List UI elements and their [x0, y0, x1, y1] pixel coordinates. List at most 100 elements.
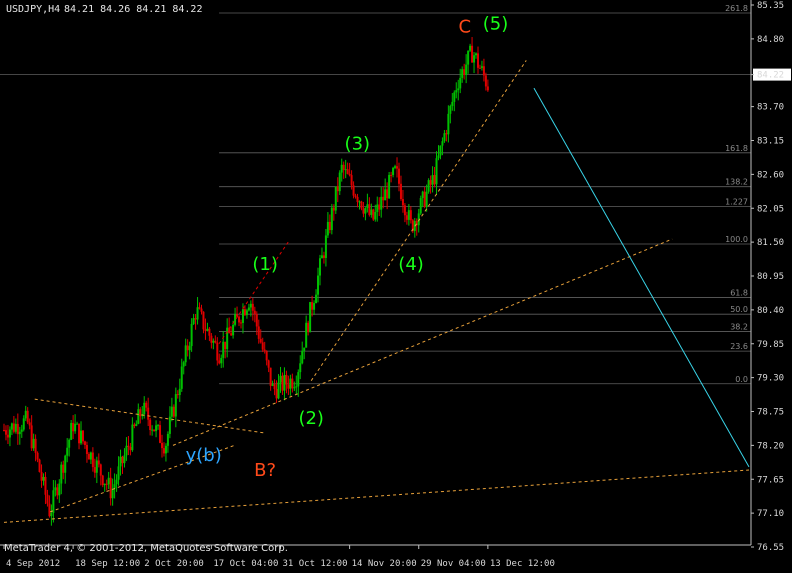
- price-tick-label: 85.35: [757, 1, 784, 11]
- candle-body: [287, 384, 290, 389]
- candle-body: [392, 167, 395, 175]
- candle-body: [475, 53, 478, 56]
- fibonacci-levels[interactable]: 261.8 161.8 138.2 1.227 100.0 61.8 50.0 38.2 23.…: [219, 4, 751, 385]
- candle-body: [350, 175, 353, 186]
- candle-body: [249, 303, 252, 308]
- candle-body: [42, 476, 45, 481]
- candle-body: [85, 444, 88, 455]
- candle-body: [113, 484, 116, 489]
- price-tick-label: 77.10: [757, 509, 784, 519]
- candle-body: [202, 311, 205, 330]
- wave-label[interactable]: (2): [298, 408, 324, 429]
- fib-level-label: 261.8: [725, 4, 748, 13]
- candle-body: [137, 409, 140, 424]
- candle-body: [429, 180, 432, 185]
- candle-body: [356, 196, 359, 202]
- candle-body: [157, 425, 160, 427]
- candle-body: [149, 419, 152, 431]
- candle-body: [40, 471, 43, 481]
- candle-body: [83, 441, 86, 445]
- candle-body: [435, 158, 438, 185]
- candle-body: [478, 67, 481, 69]
- candle-body: [206, 328, 209, 331]
- candle-body: [16, 423, 19, 435]
- candle-body: [44, 476, 47, 495]
- candle-body: [399, 183, 402, 200]
- candle-body: [224, 341, 227, 350]
- candle-body: [80, 430, 83, 444]
- candle-body: [419, 198, 422, 214]
- candle-body: [196, 307, 199, 320]
- candle-body: [486, 86, 489, 91]
- candle-body: [368, 204, 371, 215]
- candle-body: [279, 375, 282, 383]
- candle-body: [277, 382, 280, 399]
- candle-body: [447, 113, 450, 135]
- candle-body: [139, 409, 142, 417]
- candle-body: [176, 394, 179, 396]
- candle-body: [101, 475, 104, 486]
- price-chart[interactable]: 261.8 161.8 138.2 1.227 100.0 61.8 50.0 38.2 23.…: [0, 0, 792, 573]
- candle-body: [332, 207, 335, 211]
- candle-body: [60, 464, 63, 484]
- fib-level-label: 161.8: [725, 144, 748, 153]
- time-tick-label: 18 Sep 12:00: [75, 559, 140, 569]
- wave-label[interactable]: y(b): [186, 445, 222, 466]
- candle-body: [269, 367, 272, 386]
- projection-line[interactable]: [533, 87, 750, 468]
- candle-body: [358, 201, 361, 203]
- candle-body: [443, 133, 446, 142]
- candle-body: [151, 429, 154, 431]
- candle-body: [267, 360, 270, 368]
- candle-body: [119, 456, 122, 467]
- candle-body: [74, 423, 77, 432]
- candle-body: [305, 322, 308, 348]
- impulse-trendline[interactable]: [310, 60, 527, 381]
- candle-body: [463, 69, 466, 75]
- candle-body: [243, 309, 246, 316]
- lower-trendline[interactable]: [3, 469, 750, 523]
- candle-body: [184, 345, 187, 363]
- candle-body: [482, 66, 485, 76]
- candle-body: [471, 45, 474, 63]
- candle-body: [449, 106, 452, 114]
- wave-label[interactable]: (3): [345, 134, 371, 155]
- candle-body: [251, 303, 254, 311]
- wave-label[interactable]: (1): [252, 254, 278, 275]
- candle-body: [318, 258, 321, 276]
- candle-body: [123, 455, 126, 464]
- candle-body: [117, 466, 120, 480]
- candle-body: [271, 384, 274, 386]
- candle-body: [473, 55, 476, 63]
- price-tick-label: 79.30: [757, 374, 784, 384]
- candle-body: [297, 372, 300, 387]
- candle-body: [68, 439, 71, 448]
- candle-body: [340, 164, 343, 173]
- candle-body: [273, 384, 276, 390]
- wave-label[interactable]: (5): [483, 14, 509, 35]
- wave-label[interactable]: C: [459, 17, 472, 38]
- candle-body: [46, 494, 49, 504]
- candle-body: [309, 302, 312, 333]
- candle-body: [425, 191, 428, 207]
- candle-body: [166, 433, 169, 446]
- candle-body: [24, 410, 27, 419]
- candle-body: [394, 166, 397, 168]
- candle-body: [232, 324, 235, 336]
- candle-body: [334, 186, 337, 211]
- wave-label[interactable]: B?: [254, 460, 276, 481]
- candle-body: [238, 316, 241, 323]
- candle-body: [198, 307, 201, 309]
- candle-body: [56, 487, 59, 496]
- candle-body: [66, 447, 69, 456]
- candle-body: [76, 423, 79, 425]
- candle-body: [208, 328, 211, 336]
- candle-body: [121, 456, 124, 464]
- candle-body: [427, 180, 430, 192]
- candle-body: [403, 205, 406, 216]
- trend-lines[interactable]: [3, 60, 750, 523]
- wave-label[interactable]: (4): [398, 254, 424, 275]
- price-tick-label: 84.80: [757, 35, 784, 45]
- candle-body: [344, 169, 347, 171]
- candle-body: [103, 483, 106, 486]
